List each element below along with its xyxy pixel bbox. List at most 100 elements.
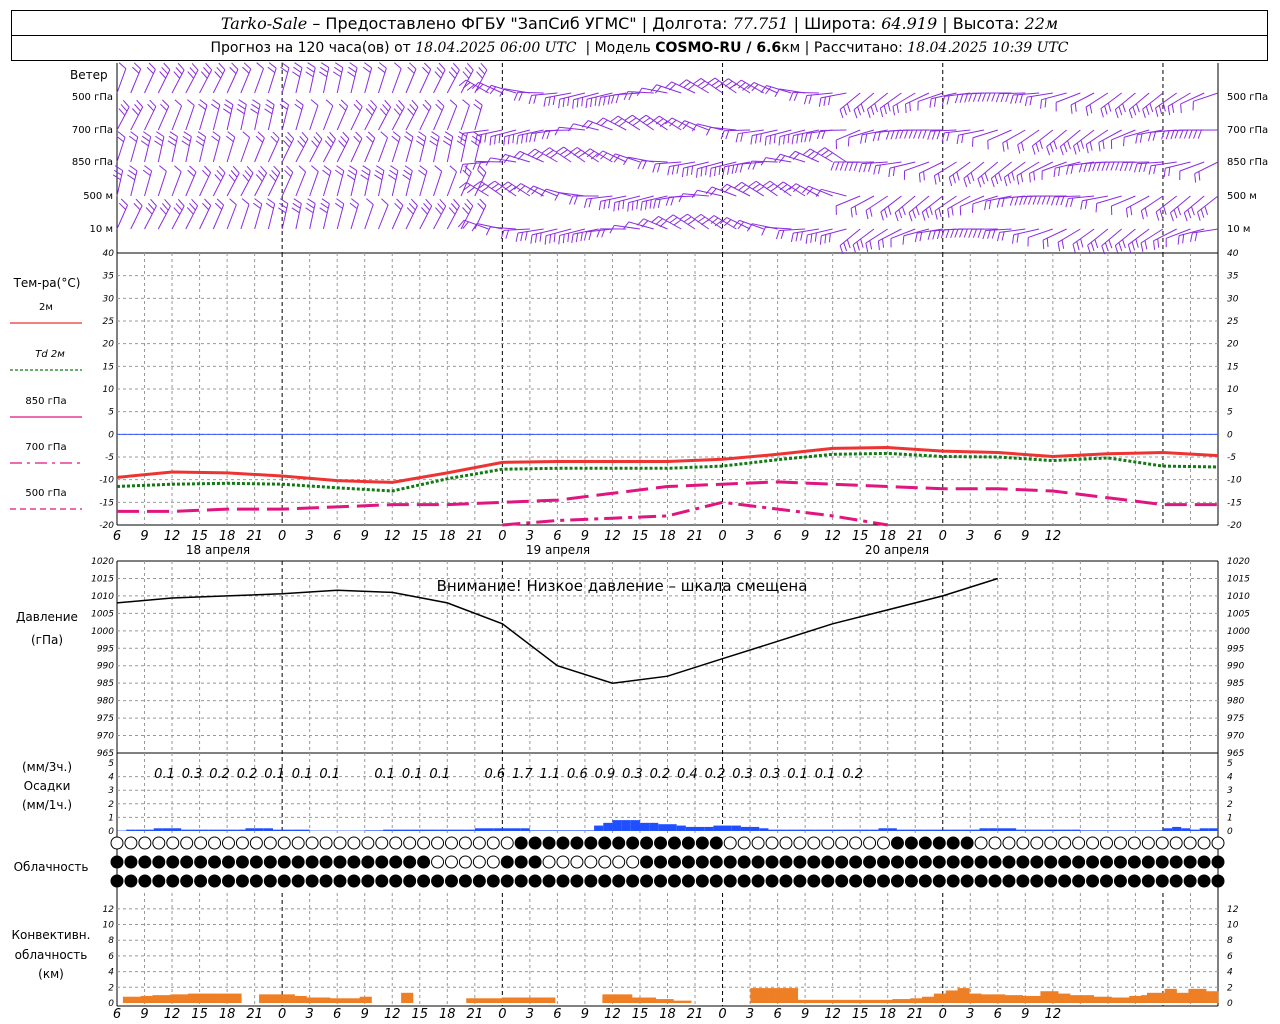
wind-flag-0-108-1 [1089, 104, 1093, 114]
cloud-symbol-0-52 [835, 836, 849, 850]
wind-flag-1-117-2 [1170, 130, 1175, 140]
wind-flag-4-88.5-0 [902, 235, 905, 245]
temp-tick-left-30: 30 [103, 294, 115, 304]
conv-bar-96 [685, 1000, 692, 1003]
precip-bar-27 [364, 830, 374, 831]
wind-flag-3-0-0 [114, 165, 123, 172]
wind-flag-3-103.5-2 [1046, 195, 1051, 205]
pres-tick-left-975: 975 [97, 714, 114, 724]
wind-flag-3-57-1 [617, 201, 620, 211]
wind-flag-4-21-1 [306, 202, 315, 209]
pres-tick-left-1000: 1000 [91, 627, 114, 637]
wind-flag-0-39-1 [478, 67, 486, 75]
wind-flag-2-22.5-1 [327, 136, 334, 144]
wind-barb-4-7.5 [185, 205, 199, 230]
wind-flag-0-84-0 [866, 109, 871, 118]
wind-flag-0-87-1 [896, 103, 900, 113]
day-label-1: 19 апреля [526, 543, 590, 557]
wind-flag-4-31.5-2 [406, 207, 414, 215]
pressure-warning: Внимание! Низкое давление – шкала смещен… [437, 577, 808, 595]
wind-flag-1-6-0 [174, 99, 182, 107]
wind-flag-1-108-1 [1089, 141, 1093, 151]
wind-flag-2-100.5-1 [1020, 173, 1024, 183]
precip-bar-6 [172, 828, 182, 831]
conv-bar-134 [910, 998, 917, 1003]
wind-flag-4-112.5-0 [1127, 244, 1132, 254]
wind-barb-2-27 [364, 137, 376, 163]
wind-flag-2-21-0 [315, 131, 323, 140]
wind-flag-3-120-2 [1204, 206, 1209, 215]
conv-bar-8 [164, 995, 171, 1003]
conv-bar-34 [318, 997, 325, 1003]
wind-barb-1-108 [1085, 129, 1109, 145]
wind-flag-1-88.5-2 [908, 129, 913, 139]
wind-flag-0-64.5-2 [687, 84, 695, 91]
cloud-symbol-0-35 [598, 836, 612, 850]
wind-flag-4-25.5-1 [349, 202, 358, 209]
prec-tick-right-1: 1 [1227, 813, 1233, 823]
wind-flag-2-99-0 [1003, 177, 1008, 187]
cloud-symbol-0-54 [863, 836, 877, 850]
wind-flag-2-13.5-0 [242, 131, 250, 138]
wind-flag-3-69-0 [719, 183, 728, 191]
wind-flag-3-105-0 [1051, 196, 1055, 206]
wind-level-right-2: 850 гПа [1227, 157, 1268, 168]
legend-label-3: 700 гПа [25, 442, 66, 453]
temp-tick-right-30: 30 [1227, 294, 1239, 304]
wind-flag-0-6-1 [175, 67, 183, 75]
wind-flag-0-9-1 [203, 67, 210, 75]
wind-flag-0-64.5-0 [679, 79, 687, 86]
wind-flag-1-4.5-0 [162, 99, 170, 107]
wind-barb-3-12 [226, 172, 240, 197]
wind-flag-2-66-2 [705, 166, 707, 176]
hour-label-16-1: 6 [553, 1007, 561, 1022]
cloud-symbol-0-51 [821, 836, 835, 850]
cloud-symbol-2-56 [890, 874, 904, 888]
temp-tick-right-35: 35 [1227, 272, 1239, 282]
wind-flag-3-102-1 [1027, 195, 1032, 205]
wind-flag-0-85.5-0 [879, 108, 884, 117]
wind-flag-2-78-1 [806, 150, 815, 158]
cloud-symbol-0-46 [751, 836, 765, 850]
wind-flag-1-85.5-1 [877, 131, 881, 141]
wind-barb-1-51 [559, 126, 585, 131]
wind-flag-2-111-1 [1110, 161, 1115, 171]
wind-flag-0-36-1 [450, 67, 458, 75]
precip-bar-60 [667, 824, 677, 831]
wind-flag-2-33-2 [416, 140, 425, 147]
temp-tick-left-10: 10 [103, 385, 115, 395]
wind-barb-0-99 [999, 92, 1026, 95]
wind-flag-1-118.5-2 [1183, 129, 1189, 139]
precip-bar-47 [548, 830, 558, 831]
wind-flag-2-15-1 [255, 135, 263, 143]
wind-barb-4-45 [503, 228, 530, 231]
wind-flag-1-108-0 [1085, 144, 1089, 154]
wind-flag-1-27-2 [365, 108, 373, 116]
wind-flag-3-60-1 [644, 200, 648, 210]
cloud-symbol-2-79 [1211, 874, 1225, 888]
cloud-symbol-1-19 [375, 855, 389, 869]
conv-bar-150 [1004, 995, 1012, 1003]
cloud-symbol-2-66 [1030, 874, 1044, 888]
cloud-symbol-2-50 [807, 874, 821, 888]
conv-bar-3 [134, 996, 141, 1003]
wind-barb-0-15 [254, 68, 264, 94]
wind-flag-1-103.5-2 [1053, 140, 1058, 150]
wind-flag-4-96-1 [972, 229, 977, 238]
wind-flag-2-99-1 [1007, 174, 1011, 184]
precip-bar-107 [1098, 830, 1108, 831]
precip-bar-65 [713, 825, 723, 831]
wind-flag-2-82.5-2 [853, 162, 858, 171]
wind-flag-2-21-1 [313, 136, 321, 144]
conv-bar-73 [549, 997, 556, 1003]
conv-bar-82 [602, 994, 609, 1003]
wind-flag-3-91.5-0 [934, 210, 938, 220]
wind-flag-2-31.5-0 [405, 131, 414, 138]
wind-flag-1-45-1 [507, 135, 510, 145]
wind-flag-4-16.5-0 [267, 198, 275, 205]
cloud-symbol-1-64 [1002, 855, 1016, 869]
cloud-symbol-2-58 [918, 874, 932, 888]
precip-bar-91 [951, 829, 962, 831]
wind-flag-4-100.5-1 [1016, 233, 1019, 243]
wind-flag-0-7.5-0 [191, 62, 199, 71]
